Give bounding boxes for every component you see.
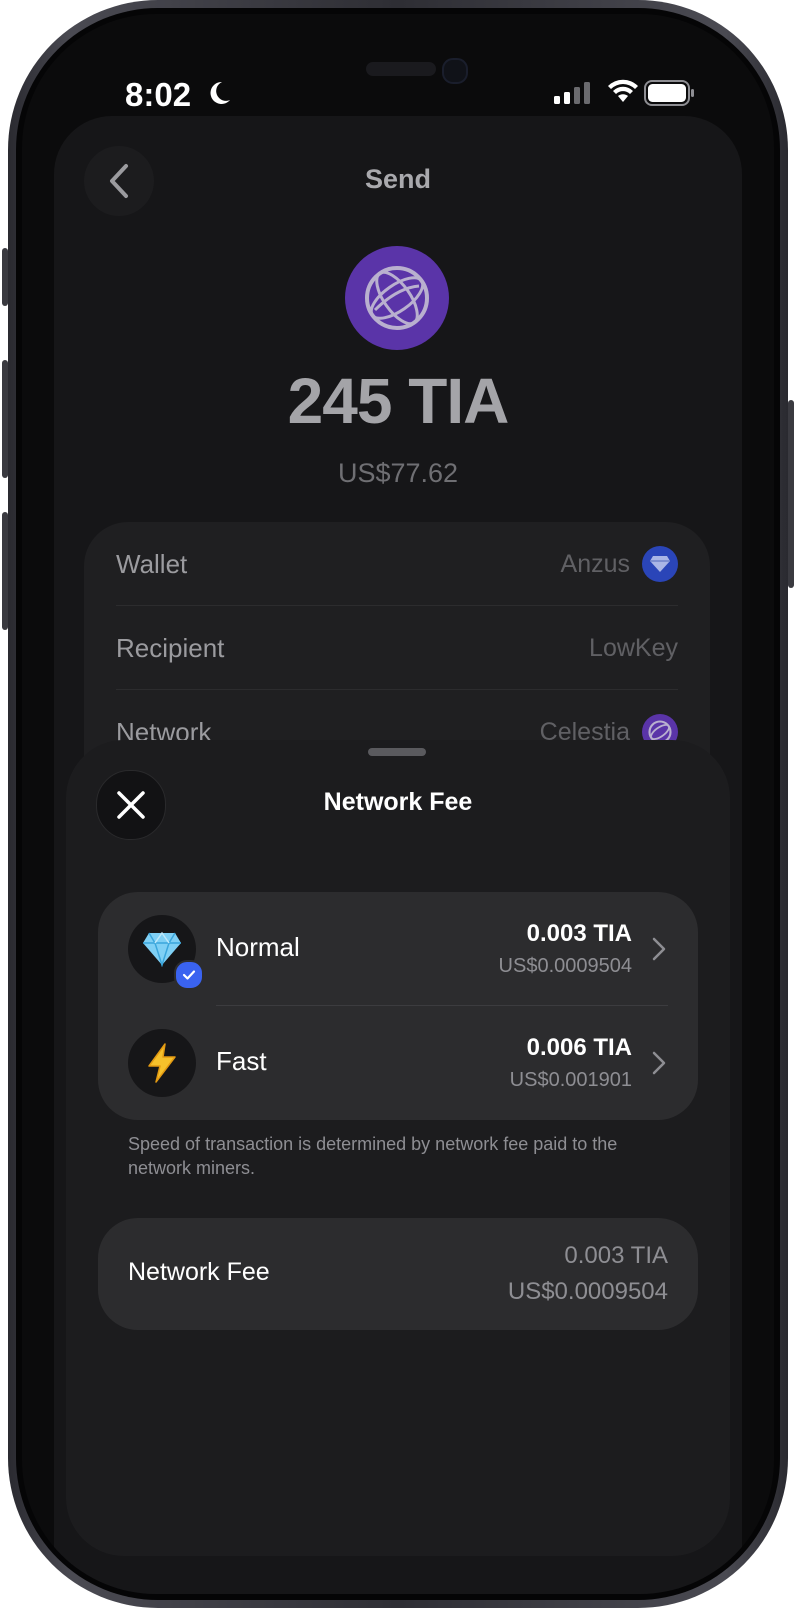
volume-up-button: [2, 360, 8, 478]
fee-option-name: Fast: [216, 1046, 267, 1076]
fee-options-card: Normal 0.003 TIA US$0.0009504 Fast 0.006…: [98, 892, 698, 1120]
wallet-row[interactable]: Wallet Anzus: [116, 522, 678, 606]
wifi-icon: [608, 79, 638, 102]
network-fee-sheet: Network Fee Normal 0.003 TIA US$0.000950…: [66, 740, 730, 1556]
sheet-title: Network Fee: [323, 788, 473, 816]
chevron-right-icon: [652, 1051, 666, 1075]
summary-amount: 0.003 TIA: [564, 1242, 668, 1269]
summary-fiat: US$0.0009504: [507, 1278, 668, 1305]
wallet-value: Anzus: [560, 549, 630, 578]
fee-option-fast[interactable]: Fast 0.006 TIA US$0.001901: [98, 1006, 698, 1120]
fee-option-fiat: US$0.0009504: [498, 955, 632, 977]
battery-icon: [644, 80, 694, 106]
lightning-icon: [128, 1029, 196, 1097]
fee-option-amount: 0.003 TIA: [526, 920, 632, 947]
power-button: [788, 400, 794, 588]
cellular-signal-icon: [554, 82, 590, 104]
screen: 8:02 Send 245 TIA US$77.62 Wallet Anzus …: [22, 14, 774, 1594]
speaker-grille: [366, 62, 436, 76]
front-camera: [442, 58, 468, 84]
send-amount-fiat: US$77.62: [337, 458, 459, 488]
wallet-value-group: Anzus: [561, 546, 678, 582]
celestia-token-icon: [345, 246, 449, 350]
celestia-logo: [365, 266, 429, 330]
selected-check-icon: [174, 960, 204, 990]
fee-hint-text: Speed of transaction is determined by ne…: [128, 1134, 618, 1178]
silent-switch: [2, 248, 8, 306]
phone-device: 8:02 Send 245 TIA US$77.62 Wallet Anzus …: [2, 0, 794, 1608]
gem-icon: [642, 546, 678, 582]
fee-option-amount: 0.006 TIA: [526, 1034, 632, 1061]
recipient-row[interactable]: Recipient LowKey: [116, 606, 678, 690]
fee-option-fiat: US$0.001901: [509, 1069, 632, 1091]
network-fee-summary: Network Fee 0.003 TIA US$0.0009504: [98, 1218, 698, 1330]
recipient-label: Recipient: [116, 632, 225, 663]
page-title: Send: [364, 164, 431, 194]
volume-down-button: [2, 512, 8, 630]
fee-option-name: Normal: [216, 932, 300, 962]
status-time: 8:02: [125, 76, 192, 113]
chevron-right-icon: [652, 937, 666, 961]
wallet-label: Wallet: [116, 548, 188, 579]
fee-option-normal[interactable]: Normal 0.003 TIA US$0.0009504: [98, 892, 698, 1006]
recipient-value: LowKey: [589, 633, 678, 662]
sheet-grabber[interactable]: [368, 748, 426, 756]
send-amount: 245 TIA: [287, 365, 510, 437]
moon-icon: [210, 81, 230, 104]
summary-label: Network Fee: [128, 1258, 270, 1286]
